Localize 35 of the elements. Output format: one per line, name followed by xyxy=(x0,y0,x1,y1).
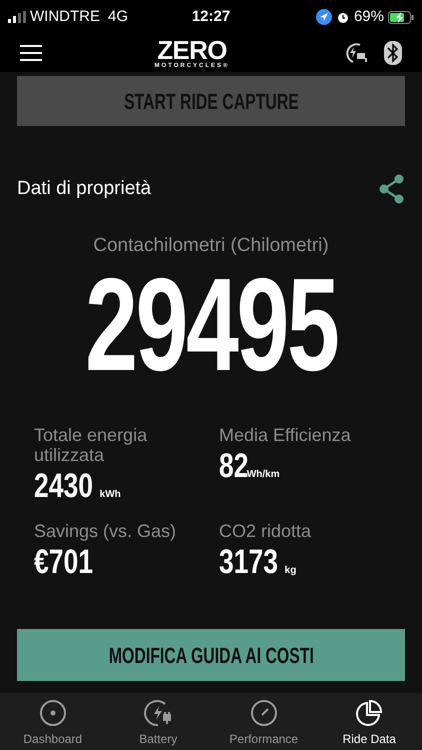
share-icon[interactable] xyxy=(379,174,405,204)
stat-label: Media Efficienza xyxy=(219,424,352,444)
stat-label: Totale energia utilizzata xyxy=(34,424,148,464)
target-icon xyxy=(38,698,68,728)
tab-bar-item[interactable]: Dashboard xyxy=(0,693,106,750)
pie-chart-icon xyxy=(354,698,384,728)
stat-value: €701 xyxy=(34,544,93,578)
section-title: Dati di proprietà xyxy=(17,176,152,201)
battery-charging-icon xyxy=(388,10,414,24)
menu-button[interactable] xyxy=(20,45,42,61)
stat-value: 2430 xyxy=(34,468,93,502)
cost-guide-button[interactable]: MODIFICA GUIDA AI COSTI xyxy=(17,629,405,681)
bluetooth-icon[interactable] xyxy=(384,41,402,65)
stat-unit: kg xyxy=(284,564,296,578)
stat-unit: Wh/km xyxy=(246,468,280,482)
stat-value: 3173 xyxy=(219,544,278,578)
logo-text: ZERO xyxy=(157,37,227,63)
charging-icon xyxy=(143,698,174,728)
battery-percent: 69% xyxy=(354,6,384,27)
stat-value: 82 xyxy=(219,448,248,482)
stat-unit: kWh xyxy=(100,488,121,502)
signal-icon xyxy=(8,11,26,23)
alarm-icon xyxy=(336,10,350,24)
tab-bar-item[interactable]: Performance xyxy=(211,693,316,750)
gauge-icon xyxy=(248,698,279,728)
tab-bar-item[interactable]: Battery xyxy=(106,693,211,750)
clock-time: 12:27 xyxy=(190,6,232,27)
network-type: 4G xyxy=(108,6,128,27)
odometer-label: Contachilometri (Chilometri) xyxy=(93,234,329,258)
carrier-name: WINDTRE xyxy=(30,6,100,27)
odometer-value: 29495 xyxy=(84,258,338,390)
stat-label: Savings (vs. Gas) xyxy=(34,520,178,540)
location-icon xyxy=(316,9,332,25)
stat-label: CO2 ridotta xyxy=(219,520,312,540)
tab-bar-item[interactable]: Ride Data xyxy=(316,693,422,750)
